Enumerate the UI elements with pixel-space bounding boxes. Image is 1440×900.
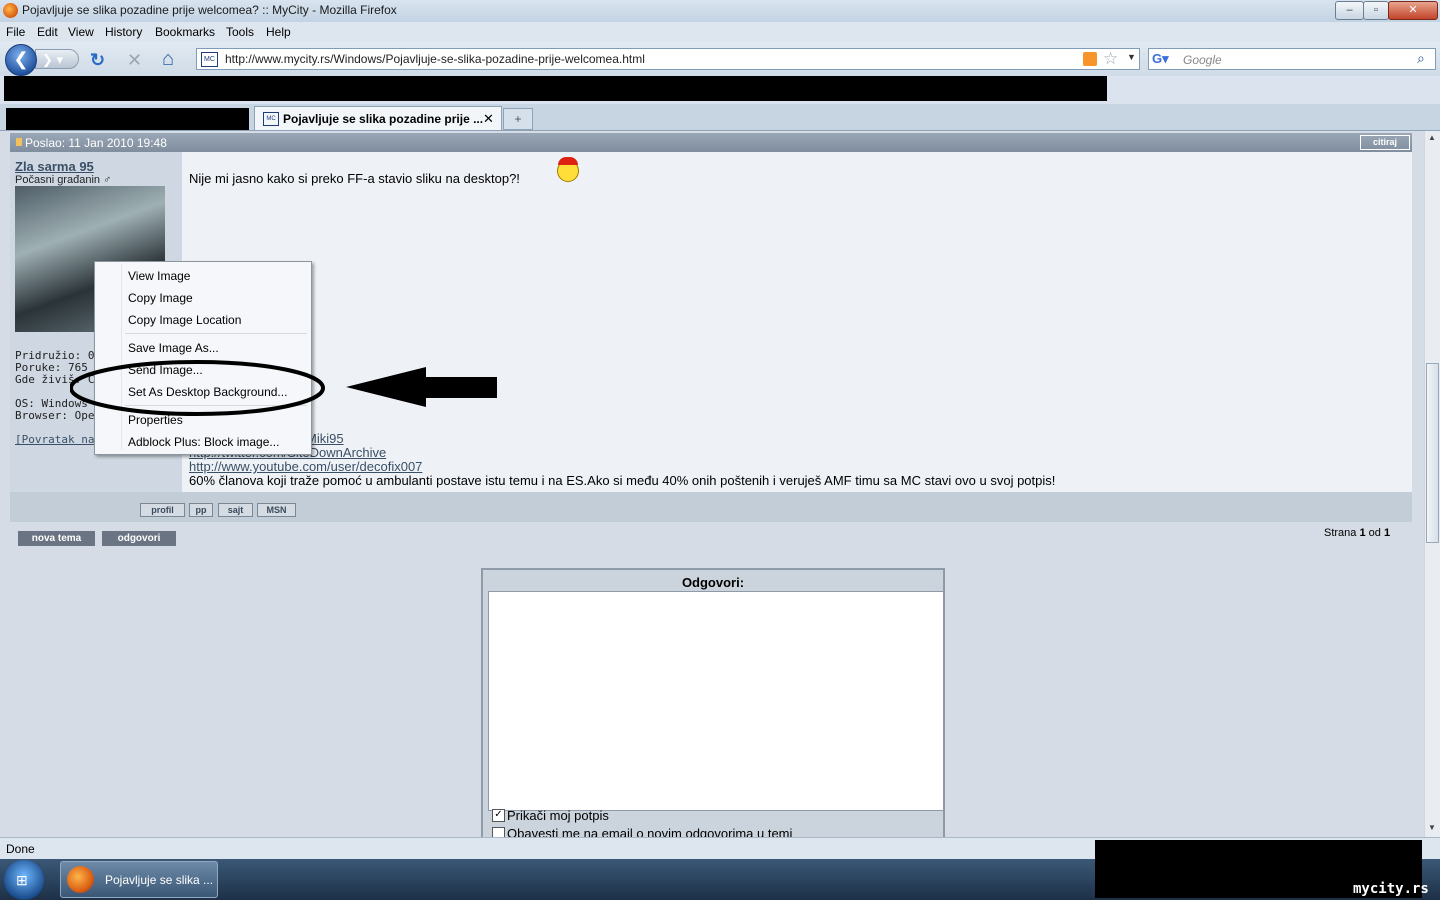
reply-button[interactable]: odgovori	[102, 531, 176, 546]
menu-adblock-block-image[interactable]: Adblock Plus: Block image...	[128, 435, 279, 449]
pagination-prefix: Strana	[1324, 527, 1360, 539]
menu-bookmarks[interactable]: Bookmarks	[155, 25, 215, 39]
highlight-ellipse	[70, 360, 325, 416]
reply-form: Odgovori: ✓ Prikači moj potpis Obavesti …	[481, 568, 945, 837]
menu-save-image-as[interactable]: Save Image As...	[128, 341, 219, 355]
menu-separator	[125, 333, 307, 334]
arrow-icon	[346, 367, 497, 407]
menu-view[interactable]: View	[68, 25, 94, 39]
tab-active[interactable]: MC Pojavljuje se slika pozadine prije ..…	[254, 106, 502, 130]
post-message: Nije mi jasno kako si preko FF-a stavio …	[189, 171, 520, 186]
menu-help[interactable]: Help	[266, 25, 291, 39]
post-header: Poslao: 11 Jan 2010 19:48 citiraj	[10, 133, 1412, 152]
msn-button[interactable]: MSN	[257, 503, 296, 517]
close-window-button[interactable]: ✕	[1388, 1, 1438, 20]
watermark: mycity.rs	[1353, 881, 1429, 897]
firefox-icon	[3, 3, 18, 18]
maximize-button[interactable]: ▫	[1363, 1, 1389, 20]
attach-signature-checkbox[interactable]: ✓	[492, 809, 505, 822]
minimize-button[interactable]: –	[1335, 1, 1364, 20]
taskbar-firefox-item[interactable]: Pojavljuje se slika ...	[60, 861, 218, 898]
page-scrollbar[interactable]: ▲ ▼	[1424, 131, 1440, 837]
menu-copy-image[interactable]: Copy Image	[128, 291, 193, 305]
menu-history[interactable]: History	[105, 25, 142, 39]
taskbar-item-label: Pojavljuje se slika ...	[105, 873, 214, 887]
reply-textarea[interactable]	[488, 591, 944, 811]
start-button[interactable]: ⊞	[4, 860, 44, 900]
post-date: Poslao: 11 Jan 2010 19:48	[25, 136, 167, 150]
website-button[interactable]: sajt	[218, 503, 253, 517]
site-favicon: MC	[201, 52, 218, 67]
back-button[interactable]: ❮	[5, 44, 37, 76]
search-bar[interactable]: G▾ Google ⌕	[1148, 48, 1436, 70]
bookmark-star-icon[interactable]: ☆	[1103, 49, 1118, 69]
attach-signature-label[interactable]: Prikači moj potpis	[507, 808, 609, 823]
menu-edit[interactable]: Edit	[37, 25, 58, 39]
navigation-toolbar: ❯ ▾ ❮ ↻ ✕ ⌂ MC http://www.mycity.rs/Wind…	[0, 42, 1440, 76]
email-notify-label[interactable]: Obavesti me na email o novim odgovorima …	[507, 826, 792, 837]
search-placeholder[interactable]: Google	[1183, 53, 1222, 67]
google-engine-icon[interactable]: G▾	[1152, 51, 1169, 67]
tab-favicon: MC	[263, 112, 279, 126]
bookmarks-toolbar	[0, 76, 1440, 104]
firefox-icon	[67, 866, 94, 893]
title-bar: Pojavljuje se slika pozadine prije welco…	[0, 0, 1440, 23]
status-text: Done	[6, 842, 35, 856]
url-text[interactable]: http://www.mycity.rs/Windows/Pojavljuje-…	[225, 52, 645, 66]
tab-bar: MC Pojavljuje se slika pozadine prije ..…	[0, 104, 1440, 131]
search-icon[interactable]: ⌕	[1417, 50, 1425, 67]
window-title: Pojavljuje se slika pozadine prije welco…	[22, 3, 397, 17]
scroll-down-icon[interactable]: ▼	[1428, 823, 1436, 832]
pm-button[interactable]: pp	[189, 503, 213, 517]
url-dropdown-icon[interactable]: ▼	[1127, 52, 1136, 62]
email-notify-checkbox[interactable]	[492, 827, 505, 837]
quote-button[interactable]: citiraj	[1360, 135, 1410, 150]
windows-logo-icon: ⊞	[16, 872, 28, 888]
redacted-block	[4, 76, 1107, 101]
scroll-up-icon[interactable]: ▲	[1428, 133, 1436, 142]
menu-view-image[interactable]: View Image	[128, 269, 190, 283]
address-bar[interactable]: MC http://www.mycity.rs/Windows/Pojavlju…	[196, 48, 1140, 70]
page-content: Poslao: 11 Jan 2010 19:48 citiraj Zla sa…	[0, 131, 1424, 837]
profile-button[interactable]: profil	[140, 503, 185, 517]
new-tab-button[interactable]: +	[503, 108, 533, 130]
scroll-thumb[interactable]	[1426, 363, 1439, 543]
rss-feed-icon[interactable]	[1083, 52, 1097, 66]
menu-bar: File Edit View History Bookmarks Tools H…	[0, 22, 1440, 42]
pagination-total: 1	[1383, 527, 1391, 539]
reply-form-title: Odgovori:	[681, 575, 745, 590]
reload-icon[interactable]: ↻	[90, 50, 105, 71]
author-rank: Počasni građanin ♂	[15, 174, 112, 186]
tab-redacted[interactable]	[6, 108, 249, 130]
home-icon[interactable]: ⌂	[162, 48, 174, 71]
menu-copy-image-location[interactable]: Copy Image Location	[128, 313, 241, 327]
annotation-overlay	[70, 360, 497, 416]
author-name-link[interactable]: Zla sarma 95	[15, 159, 94, 174]
signature-text: 60% članova koji traže pomoć u ambulanti…	[189, 473, 1056, 488]
post-body: Nije mi jasno kako si preko FF-a stavio …	[182, 152, 1412, 492]
post-footer: profil pp sajt MSN	[10, 492, 1412, 522]
santa-smiley-icon	[557, 157, 579, 182]
tab-title[interactable]: Pojavljuje se slika pozadine prije ...	[283, 112, 483, 126]
pagination: Strana 1 od 1	[1324, 527, 1390, 539]
menu-tools[interactable]: Tools	[226, 25, 254, 39]
signature-link-youtube[interactable]: http://www.youtube.com/user/decofix007	[189, 459, 422, 474]
stop-icon[interactable]: ✕	[127, 50, 142, 71]
new-topic-button[interactable]: nova tema	[18, 531, 95, 546]
menu-file[interactable]: File	[6, 25, 25, 39]
forward-button[interactable]: ❯ ▾	[35, 49, 79, 69]
pagination-middle: od	[1365, 527, 1384, 539]
tab-close-icon[interactable]: ✕	[483, 111, 494, 127]
post-file-icon	[16, 138, 22, 146]
